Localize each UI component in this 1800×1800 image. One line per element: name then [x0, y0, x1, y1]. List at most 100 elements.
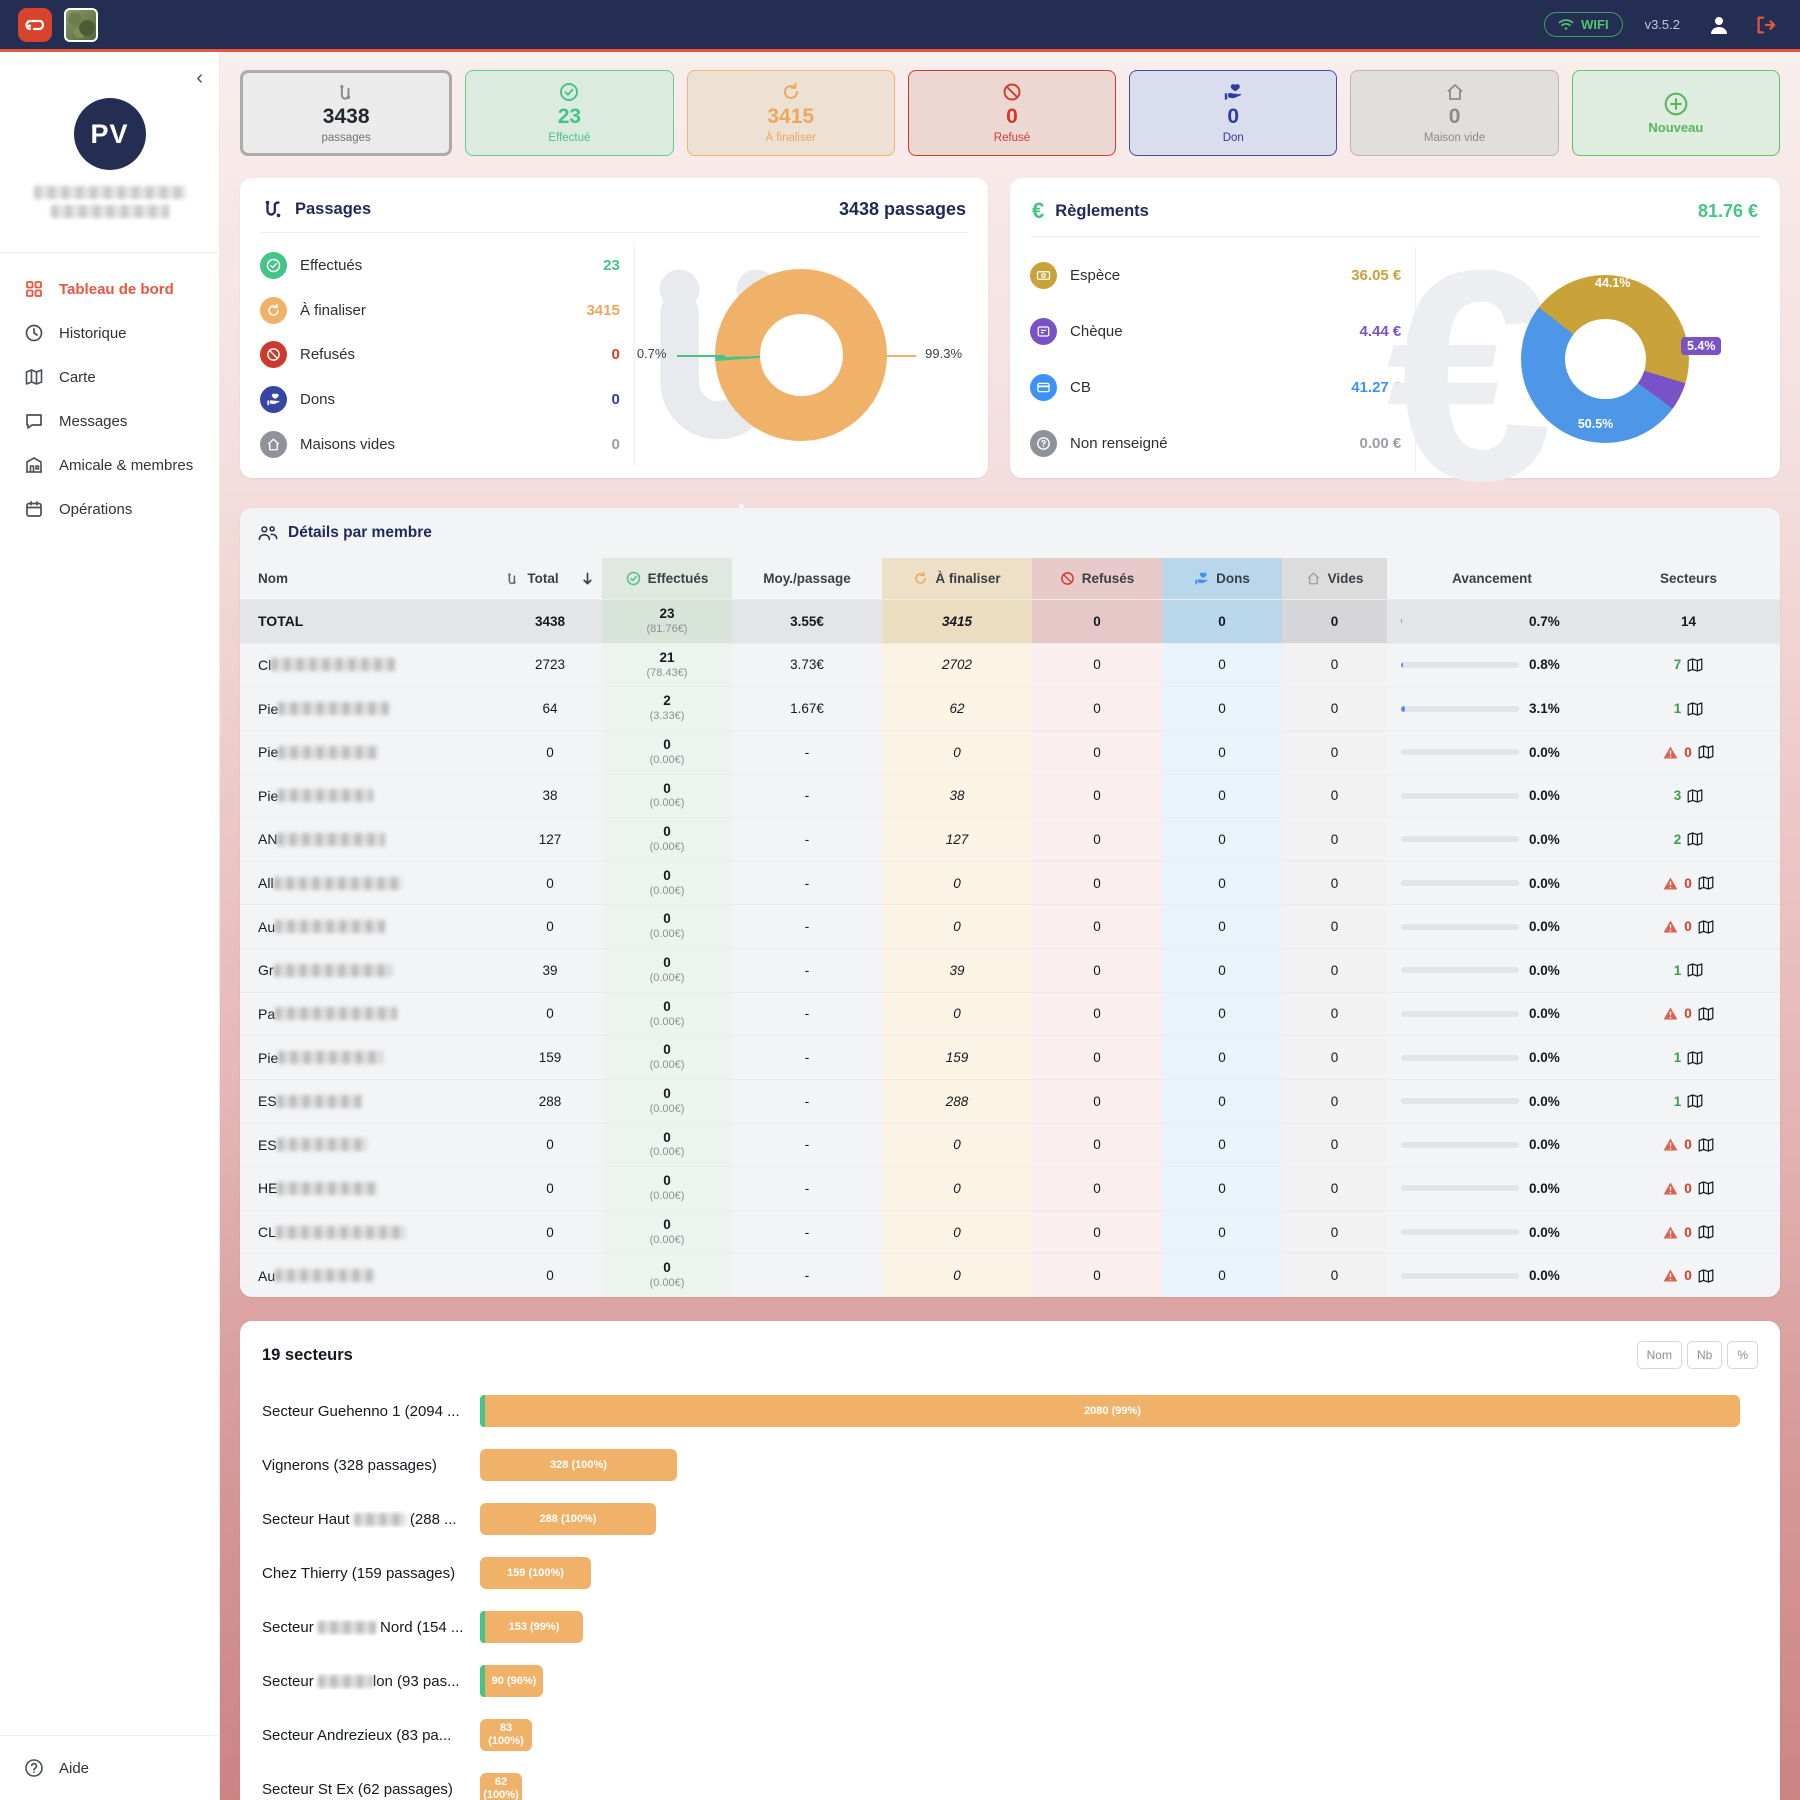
- cheque-icon: [1030, 318, 1057, 345]
- passages-donut-chart[interactable]: [715, 269, 887, 441]
- sidebar-item-history[interactable]: Historique: [0, 311, 219, 355]
- map-icon[interactable]: [1687, 788, 1703, 804]
- refuses-cell: 0: [1032, 817, 1162, 861]
- map-icon[interactable]: [1698, 1224, 1714, 1240]
- progress-bar: [1401, 1098, 1519, 1104]
- stat-card-effectu-[interactable]: 23Effectué: [465, 70, 673, 156]
- secteur-bar-row: Vignerons (328 passages)328 (100%): [262, 1449, 1758, 1481]
- passages-row-value: 0: [612, 346, 620, 363]
- column-header-label: Refusés: [1082, 571, 1135, 586]
- redacted-text: [277, 1138, 367, 1151]
- stat-card--finaliser[interactable]: 3415À finaliser: [687, 70, 895, 156]
- a-finaliser-value: 38: [949, 788, 964, 803]
- sort-by-nom-button[interactable]: Nom: [1637, 1341, 1682, 1369]
- secteurs-cell: 14: [1597, 599, 1780, 643]
- warning-icon: [1663, 1181, 1678, 1196]
- reglements-panel-title: Règlements: [1055, 202, 1149, 221]
- stat-card-label: passages: [322, 132, 371, 144]
- secteur-bar[interactable]: 62 (100%): [480, 1773, 522, 1800]
- stat-card-don[interactable]: 0Don: [1129, 70, 1337, 156]
- operation-photo-thumbnail[interactable]: [64, 8, 98, 42]
- avancement-value: 0.8%: [1529, 657, 1560, 672]
- secteurs-count: 7: [1674, 657, 1682, 672]
- secteur-bar[interactable]: 2080 (99%): [480, 1395, 1740, 1427]
- total-cell: 2723: [498, 643, 602, 687]
- progress-bar: [1401, 706, 1519, 712]
- secteur-bar[interactable]: 288 (100%): [480, 1503, 656, 1535]
- secteur-bar[interactable]: 90 (96%): [480, 1665, 543, 1697]
- reglements-panel-body: Espèce36.05 €Chèque4.44 €CB41.27 €Non re…: [1030, 247, 1760, 471]
- effectues-amount: (0.00€): [650, 1277, 685, 1291]
- column-header-moy[interactable]: Moy./passage: [732, 558, 882, 599]
- map-icon[interactable]: [1698, 1006, 1714, 1022]
- secteur-bar[interactable]: 83 (100%): [480, 1719, 532, 1751]
- moyenne-cell: -: [732, 948, 882, 992]
- column-header-total[interactable]: Total: [498, 558, 602, 599]
- sidebar-item-chat[interactable]: Messages: [0, 399, 219, 443]
- stat-card-maison-vide[interactable]: 0Maison vide: [1350, 70, 1558, 156]
- sidebar-item-map[interactable]: Carte: [0, 355, 219, 399]
- avancement-value: 0.0%: [1529, 1268, 1560, 1283]
- map-icon[interactable]: [1687, 962, 1703, 978]
- secteur-bar-row: Chez Thierry (159 passages)159 (100%): [262, 1557, 1758, 1589]
- passages-breakdown-list: Effectués23À finaliser3415Refusés0Dons0M…: [260, 243, 635, 467]
- map-icon[interactable]: [1698, 875, 1714, 891]
- secteur-bar[interactable]: 159 (100%): [480, 1557, 591, 1589]
- map-icon[interactable]: [1698, 744, 1714, 760]
- secteur-bar-fill: 153 (99%): [485, 1611, 583, 1643]
- map-icon[interactable]: [1687, 1050, 1703, 1066]
- stat-card-refus-[interactable]: 0Refusé: [908, 70, 1116, 156]
- total-cell: 0: [498, 861, 602, 905]
- map-icon[interactable]: [1687, 701, 1703, 717]
- passages-total: 3438 passages: [839, 199, 966, 220]
- dons-cell: 0: [1162, 1123, 1282, 1167]
- secteur-bar-row: Secteur Nord (154 ...153 (99%): [262, 1611, 1758, 1643]
- history-icon: [24, 323, 44, 343]
- app-logo-icon[interactable]: [18, 8, 52, 42]
- column-header-nom[interactable]: Nom: [240, 558, 498, 599]
- vides-cell: 0: [1282, 774, 1387, 818]
- a-finaliser-value: 0: [953, 919, 961, 934]
- column-header-sect[interactable]: Secteurs: [1597, 558, 1780, 599]
- sort-by-nb-button[interactable]: Nb: [1687, 1341, 1722, 1369]
- refuses-cell: 0: [1032, 774, 1162, 818]
- moyenne-cell: 3.73€: [732, 643, 882, 687]
- stat-card-nouveau[interactable]: Nouveau: [1572, 70, 1780, 156]
- column-header-vid[interactable]: Vides: [1282, 558, 1387, 599]
- reglements-donut-label-blue: 50.5%: [1578, 417, 1613, 431]
- sidebar-item-calendar[interactable]: Opérations: [0, 487, 219, 531]
- sidebar-item-building[interactable]: Amicale & membres: [0, 443, 219, 487]
- a-finaliser-cell: 38: [882, 774, 1032, 818]
- column-header-eff[interactable]: Effectués: [602, 558, 732, 599]
- secteur-label-text: Secteur St Ex (62 passages): [262, 1781, 453, 1798]
- map-icon[interactable]: [1687, 831, 1703, 847]
- map-icon[interactable]: [1698, 1137, 1714, 1153]
- column-header-ref[interactable]: Refusés: [1032, 558, 1162, 599]
- column-header-fin[interactable]: À finaliser: [882, 558, 1032, 599]
- map-icon[interactable]: [1698, 919, 1714, 935]
- member-name-prefix: Au: [258, 1268, 275, 1284]
- sidebar-item-dashboard[interactable]: Tableau de bord: [0, 267, 219, 311]
- passages-row-maisons-vides: Maisons vides0: [260, 431, 620, 458]
- column-header-don[interactable]: Dons: [1162, 558, 1282, 599]
- moyenne-cell: -: [732, 904, 882, 948]
- sort-descending-icon[interactable]: [580, 571, 595, 586]
- sidebar-collapse-button[interactable]: ‹: [196, 68, 203, 88]
- map-icon[interactable]: [1698, 1180, 1714, 1196]
- secteur-bar[interactable]: 153 (99%): [480, 1611, 583, 1643]
- avatar[interactable]: PV: [74, 98, 146, 170]
- map-icon[interactable]: [1687, 657, 1703, 673]
- stat-card-passages[interactable]: 3438passages: [240, 70, 452, 156]
- sidebar-item-aide[interactable]: Aide: [0, 1746, 99, 1790]
- refuses-cell: 0: [1032, 1079, 1162, 1123]
- user-account-button[interactable]: [1708, 14, 1730, 36]
- column-header-adv[interactable]: Avancement: [1387, 558, 1597, 599]
- secteur-bar[interactable]: 328 (100%): [480, 1449, 677, 1481]
- map-icon[interactable]: [1698, 1268, 1714, 1284]
- total-cell: 0: [498, 992, 602, 1036]
- sort-by-pct-button[interactable]: %: [1727, 1341, 1758, 1369]
- map-icon[interactable]: [1687, 1093, 1703, 1109]
- logout-button[interactable]: [1754, 14, 1776, 36]
- redacted-text: [278, 746, 378, 759]
- passages-row-label: Effectués: [300, 257, 362, 274]
